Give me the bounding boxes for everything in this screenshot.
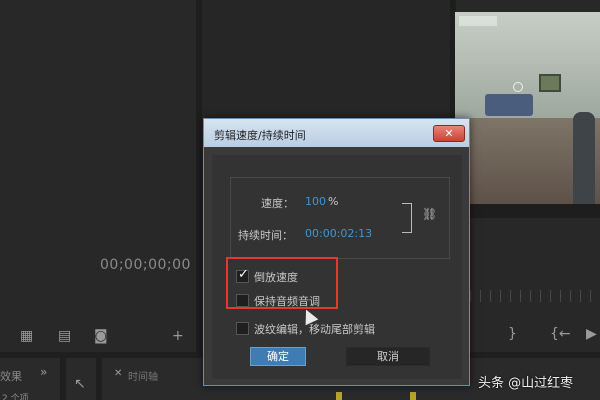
ok-button[interactable]: 确定 [250,347,306,366]
duration-label: 持续时间： [238,229,293,242]
speed-unit: % [328,195,339,208]
close-icon: ✕ [444,127,454,140]
link-bracket [402,203,412,233]
step-back-icon[interactable]: {← [550,326,571,342]
clip-marker[interactable] [336,392,342,400]
dialog-title: 剪辑速度/持续时间 [214,129,306,142]
list-view-icon[interactable]: ▦ [20,328,33,344]
watermark: 头条 @山过红枣 [478,376,574,391]
speed-label: 速度： [261,197,294,210]
monitor-scrub-bar[interactable] [455,204,600,218]
cancel-button[interactable]: 取消 [346,347,430,366]
duration-input[interactable]: 00:00:02:13 [305,227,372,240]
effects-tab-label[interactable]: 效果 [0,368,22,384]
close-button[interactable]: ✕ [433,125,465,142]
project-panel [0,0,196,352]
speed-duration-group [230,177,450,259]
close-tab-icon[interactable]: ✕ [114,368,122,379]
timeline-ruler[interactable] [470,290,600,302]
clip-marker[interactable] [410,392,416,400]
speed-input[interactable]: 100 [305,195,326,208]
item-count-label: 2 个项 [2,394,29,400]
icon-view-icon[interactable]: ▤ [58,328,71,344]
chevron-right-icon[interactable]: } [508,326,517,342]
play-icon[interactable]: ▶ [586,326,597,342]
sequence-tab-label[interactable]: 时间轴 [128,368,158,383]
add-icon[interactable]: + [172,328,184,344]
timecode-display: 00;00;00;00 [100,257,191,273]
program-preview-video [455,12,600,204]
annotation-highlight-box [226,257,338,309]
selection-tool-icon[interactable]: ↖ [74,376,86,392]
clip-speed-dialog: 剪辑速度/持续时间 ✕ 速度： 100 % 持续时间： 00:00:02:13 … [203,118,470,386]
camera-icon[interactable]: ◙ [94,328,108,344]
chain-link-icon[interactable]: ⛓ [422,207,437,221]
ripple-edit-label: 波纹编辑，移动尾部剪辑 [254,323,375,336]
double-chevron-icon[interactable]: » [40,365,47,379]
dialog-titlebar[interactable]: 剪辑速度/持续时间 ✕ [204,119,469,147]
ripple-edit-checkbox[interactable] [236,322,249,335]
